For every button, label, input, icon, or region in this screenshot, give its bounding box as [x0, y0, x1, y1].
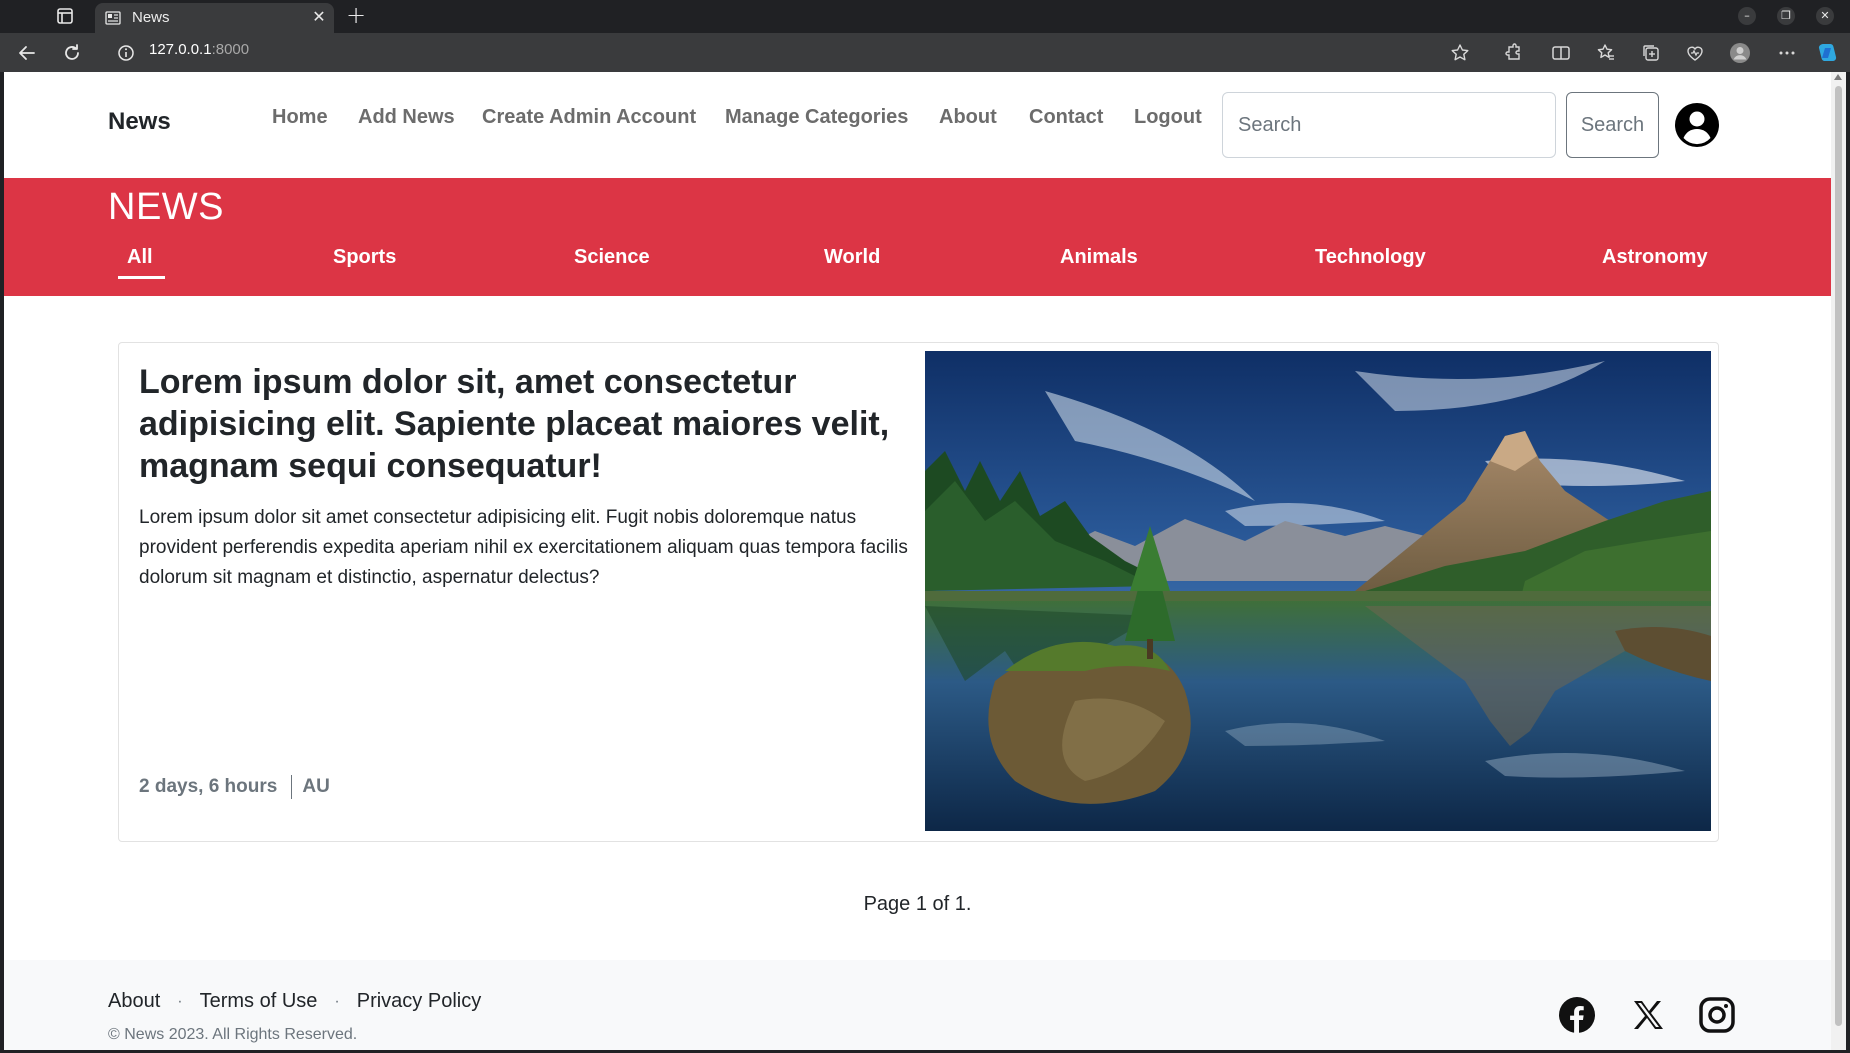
active-tab-underline	[118, 276, 165, 279]
site-brand[interactable]: News	[108, 108, 171, 136]
news-excerpt: Lorem ipsum dolor sit amet consectetur a…	[139, 507, 908, 588]
more-options-icon[interactable]	[1776, 42, 1798, 64]
nav-link-about[interactable]: About	[939, 106, 997, 129]
restore-window-button[interactable]: ❐	[1777, 7, 1795, 25]
news-card[interactable]: Lorem ipsum dolor sit, amet consectetur …	[118, 342, 1719, 842]
search-input[interactable]	[1222, 92, 1556, 158]
footer-link-about[interactable]: About	[108, 990, 160, 1013]
site-info-icon[interactable]	[115, 42, 137, 64]
page-viewport: News Home Add News Create Admin Account …	[4, 72, 1831, 1050]
browser-tab-bar: News ✕ + – ❐ ✕	[0, 0, 1850, 33]
nav-link-add-news[interactable]: Add News	[358, 106, 455, 129]
pagination-text: Page 1 of 1.	[863, 893, 972, 915]
close-window-button[interactable]: ✕	[1816, 7, 1834, 25]
nav-link-manage-categories[interactable]: Manage Categories	[725, 106, 908, 129]
category-tab-sports[interactable]: Sports	[333, 246, 396, 269]
page-scrollbar[interactable]	[1831, 72, 1846, 1050]
section-title: NEWS	[108, 186, 224, 228]
meta-divider	[291, 775, 293, 799]
search-button[interactable]: Search	[1566, 92, 1659, 158]
news-author: AU	[302, 776, 330, 797]
x-icon[interactable]	[1629, 996, 1667, 1034]
scroll-thumb[interactable]	[1835, 86, 1842, 1026]
category-tab-astronomy[interactable]: Astronomy	[1602, 246, 1708, 269]
extensions-icon[interactable]	[1502, 42, 1524, 64]
favorites-icon[interactable]	[1595, 42, 1617, 64]
back-arrow-icon[interactable]	[16, 42, 38, 64]
footer-separator: ·	[334, 992, 340, 1010]
copyright-text: © News 2023. All Rights Reserved.	[108, 1026, 358, 1043]
url-port: :8000	[211, 41, 250, 58]
footer-link-terms[interactable]: Terms of Use	[200, 990, 318, 1013]
scroll-up-arrow-icon[interactable]	[1834, 74, 1842, 80]
category-tab-technology[interactable]: Technology	[1315, 246, 1426, 269]
news-meta: 2 days, 6 hours AU	[139, 775, 330, 799]
nav-link-create-admin-account[interactable]: Create Admin Account	[482, 106, 696, 129]
category-tab-science[interactable]: Science	[574, 246, 650, 269]
tab-actions-icon[interactable]	[54, 6, 76, 26]
news-title[interactable]: Lorem ipsum dolor sit, amet consectetur …	[139, 361, 909, 487]
category-bar: NEWS All Sports Science World Animals Te…	[4, 178, 1831, 296]
facebook-icon[interactable]	[1558, 996, 1596, 1034]
tab-title: News	[132, 9, 170, 26]
instagram-icon[interactable]	[1698, 996, 1736, 1034]
copilot-icon[interactable]	[1816, 42, 1838, 64]
newspaper-icon	[105, 11, 121, 25]
nav-link-contact[interactable]: Contact	[1029, 106, 1103, 129]
footer-separator: ·	[177, 992, 183, 1010]
minimize-window-button[interactable]: –	[1738, 7, 1756, 25]
close-tab-icon[interactable]: ✕	[310, 8, 328, 26]
address-bar[interactable]: 127.0.0.1:8000	[149, 41, 249, 58]
category-tab-all[interactable]: All	[127, 246, 153, 269]
news-time: 2 days, 6 hours	[139, 776, 278, 797]
browser-tab[interactable]: News ✕	[95, 3, 334, 33]
new-tab-button[interactable]: +	[345, 3, 367, 27]
url-host: 127.0.0.1	[149, 41, 212, 58]
nav-link-home[interactable]: Home	[272, 106, 328, 129]
profile-avatar-icon[interactable]	[1729, 42, 1751, 64]
category-tab-world[interactable]: World	[824, 246, 880, 269]
category-tab-animals[interactable]: Animals	[1060, 246, 1138, 269]
site-footer: About · Terms of Use · Privacy Policy © …	[4, 960, 1831, 1050]
collections-icon[interactable]	[1640, 42, 1662, 64]
site-navbar: News Home Add News Create Admin Account …	[4, 72, 1831, 178]
browser-toolbar: 127.0.0.1:8000	[0, 33, 1850, 72]
footer-links: About · Terms of Use · Privacy Policy	[108, 990, 481, 1013]
favorite-star-icon[interactable]	[1449, 42, 1471, 64]
browser-essentials-icon[interactable]	[1684, 42, 1706, 64]
nav-link-logout[interactable]: Logout	[1134, 106, 1202, 129]
user-account-icon[interactable]	[1673, 101, 1721, 149]
footer-link-privacy[interactable]: Privacy Policy	[357, 990, 481, 1013]
reload-icon[interactable]	[61, 42, 83, 64]
split-screen-icon[interactable]	[1550, 42, 1572, 64]
news-image[interactable]	[925, 351, 1711, 831]
